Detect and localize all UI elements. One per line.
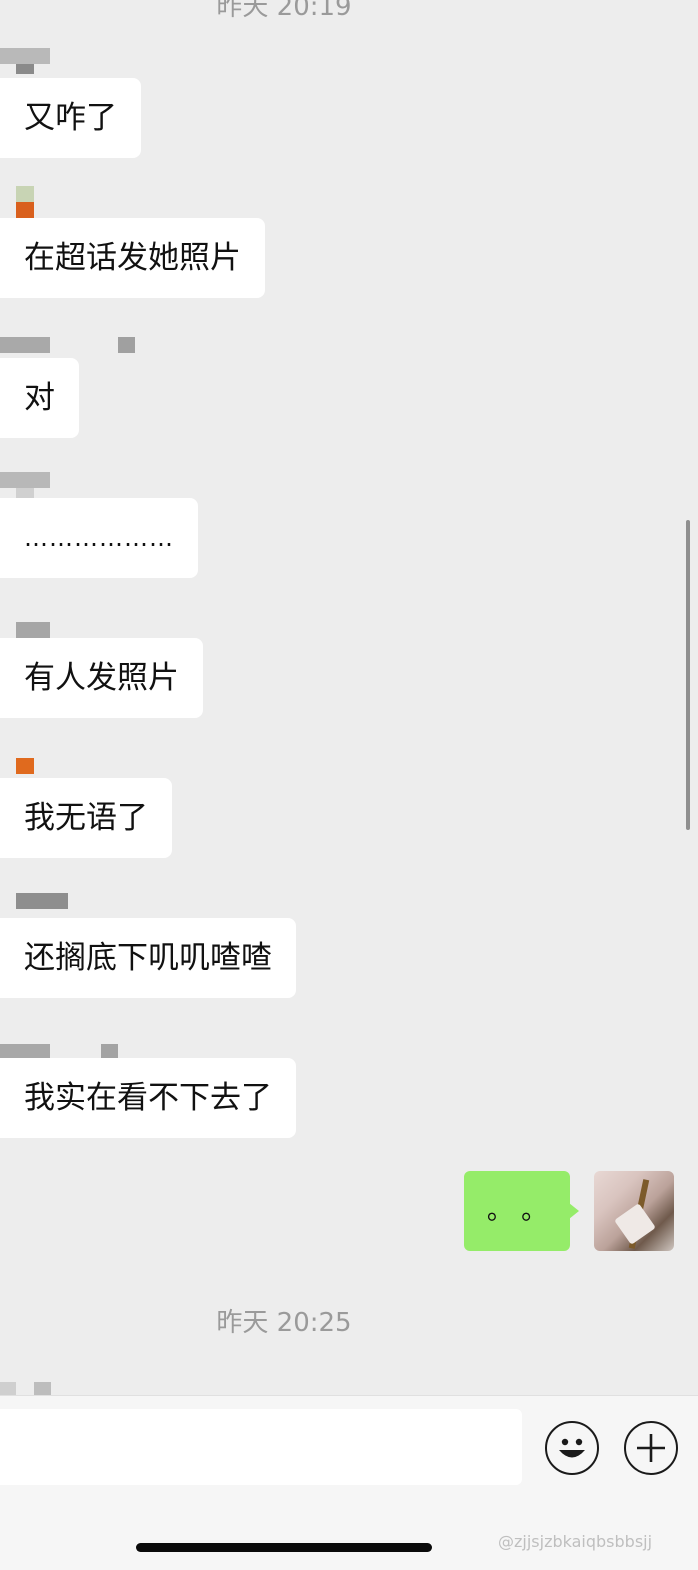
message-bubble[interactable]: 在超话发她照片 [0, 218, 265, 298]
sender-name-blurred [0, 186, 240, 218]
scrollbar[interactable] [686, 520, 690, 830]
timestamp: 昨天 20:19 [216, 0, 352, 22]
plus-icon [637, 1434, 665, 1462]
message-bubble[interactable]: ……………… [0, 498, 198, 578]
message-input[interactable] [0, 1409, 522, 1485]
plus-button[interactable] [624, 1421, 678, 1475]
message-bubble[interactable]: 还搁底下叽叽喳喳 [0, 918, 296, 998]
message-bubble[interactable]: 我实在看不下去了 [0, 1058, 296, 1138]
message-bubble[interactable]: 我无语了 [0, 778, 172, 858]
input-bar: @zjjsjzbkaiqbsbbsjj [0, 1395, 698, 1570]
message-bubble[interactable]: 对 [0, 358, 79, 438]
message-bubble[interactable]: 又咋了 [0, 78, 141, 158]
home-indicator[interactable] [136, 1543, 432, 1552]
watermark: @zjjsjzbkaiqbsbbsjj [498, 1532, 653, 1551]
message-bubble[interactable]: 有人发照片 [0, 638, 203, 718]
my-message-bubble[interactable]: 。 。 [464, 1171, 579, 1251]
emoji-button[interactable] [545, 1421, 599, 1475]
my-avatar[interactable] [594, 1171, 674, 1251]
timestamp: 昨天 20:25 [216, 1308, 352, 1338]
smiley-face-icon [559, 1438, 585, 1458]
sender-name-blurred [0, 48, 240, 78]
